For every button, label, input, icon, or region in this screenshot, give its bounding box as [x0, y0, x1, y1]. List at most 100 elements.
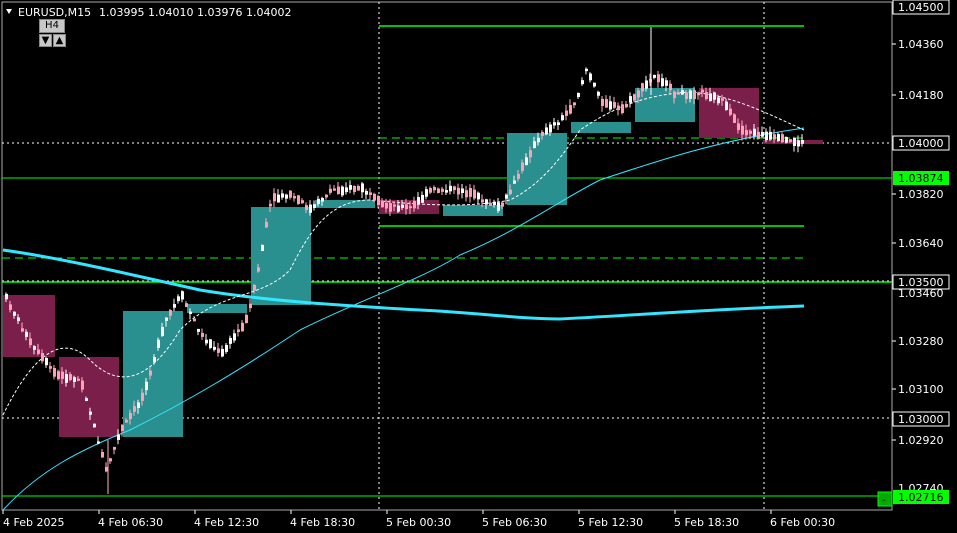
candle-body — [801, 140, 804, 144]
candle-body — [565, 110, 568, 116]
candle-body — [497, 202, 500, 211]
candle-body — [129, 412, 132, 420]
candle-body — [397, 205, 400, 212]
candle-body — [621, 104, 624, 114]
candle-body — [117, 434, 120, 440]
candle-body — [685, 92, 688, 100]
candle-body — [445, 190, 448, 193]
triangle-down-icon[interactable]: ▼ — [39, 34, 52, 47]
candle-body — [753, 128, 756, 136]
candle-body — [213, 346, 216, 350]
candle-body — [149, 370, 152, 376]
candle-body — [5, 293, 8, 300]
candle-body — [309, 204, 312, 213]
candle-body — [393, 204, 396, 207]
candle-body — [433, 187, 436, 191]
price-label: 1.04360 — [898, 38, 944, 51]
candle-body — [269, 203, 272, 207]
candle-body — [561, 115, 564, 121]
timeframe-label: H4 — [39, 19, 65, 33]
price-label: 1.03000 — [898, 413, 944, 426]
candle-body — [293, 196, 296, 199]
candle-body — [373, 193, 376, 201]
candle-body — [249, 303, 252, 309]
candle-body — [409, 206, 412, 209]
triangle-down-icon[interactable] — [6, 9, 12, 14]
candle-body — [489, 202, 492, 206]
candle-body — [589, 73, 592, 81]
candle-body — [573, 102, 576, 106]
candle-body — [109, 458, 112, 462]
candle-body — [301, 200, 304, 204]
candle-body — [221, 348, 224, 357]
candle-body — [441, 188, 444, 192]
candle-body — [345, 187, 348, 193]
current-price-label: 1.04000 — [898, 137, 944, 150]
candle-body — [593, 82, 596, 87]
candle-body — [553, 122, 556, 126]
candle-body — [13, 311, 16, 316]
candle-body — [49, 366, 52, 369]
candle-body — [737, 123, 740, 131]
candle-body — [89, 411, 92, 415]
candle-body — [157, 339, 160, 348]
candle-body — [521, 162, 524, 171]
candle-body — [777, 134, 780, 142]
time-label: 5 Feb 18:30 — [674, 516, 739, 529]
time-label: 4 Feb 2025 — [3, 516, 64, 529]
time-label: 5 Feb 00:30 — [386, 516, 451, 529]
candle-body — [361, 183, 364, 193]
candle-body — [629, 96, 632, 103]
candle-body — [725, 101, 728, 110]
candle-body — [413, 201, 416, 209]
candle-body — [25, 331, 28, 337]
candle-body — [477, 192, 480, 200]
chart-canvas[interactable]: 1.04500 1.04360 1.04180 1.04000 1.03874 … — [0, 0, 957, 533]
candle-body — [481, 199, 484, 203]
candle-body — [405, 204, 408, 210]
candle-body — [381, 200, 384, 208]
candle-body — [457, 187, 460, 195]
candle-body — [661, 78, 664, 87]
candle-body — [641, 83, 644, 92]
candle-body — [509, 189, 512, 195]
candle-body — [461, 188, 464, 193]
candle-body — [637, 90, 640, 98]
candle-body — [537, 137, 540, 143]
candle-body — [241, 322, 244, 332]
candle-body — [757, 131, 760, 139]
candle-body — [133, 406, 136, 412]
candle-body — [121, 424, 124, 432]
candle-body — [189, 311, 192, 315]
candle-body — [769, 131, 772, 140]
h4-box — [187, 304, 247, 313]
triangle-up-icon[interactable]: ▲ — [53, 34, 66, 47]
candle-body — [341, 186, 344, 196]
candle-body — [513, 180, 516, 184]
candle-body — [257, 267, 260, 272]
candle-body — [645, 80, 648, 89]
candle-body — [545, 127, 548, 135]
candle-body — [317, 198, 320, 205]
candle-body — [297, 195, 300, 204]
candle-body — [761, 131, 764, 137]
time-label: 6 Feb 00:30 — [770, 516, 835, 529]
candle-body — [525, 157, 528, 165]
candle-body — [741, 125, 744, 135]
candle-body — [797, 140, 800, 147]
candle-body — [197, 328, 200, 332]
h4-box — [3, 295, 55, 357]
candle-body — [493, 201, 496, 206]
candle-body — [165, 317, 168, 321]
candle-body — [77, 378, 80, 381]
candle-body — [429, 188, 432, 193]
candle-body — [389, 203, 392, 212]
candle-body — [177, 296, 180, 302]
candle-body — [81, 380, 84, 390]
candle-body — [73, 377, 76, 382]
highlight-price-label: 1.03874 — [898, 172, 944, 185]
candle-body — [209, 339, 212, 348]
candle-body — [577, 93, 580, 98]
candle-body — [617, 105, 620, 111]
candle-body — [161, 326, 164, 336]
